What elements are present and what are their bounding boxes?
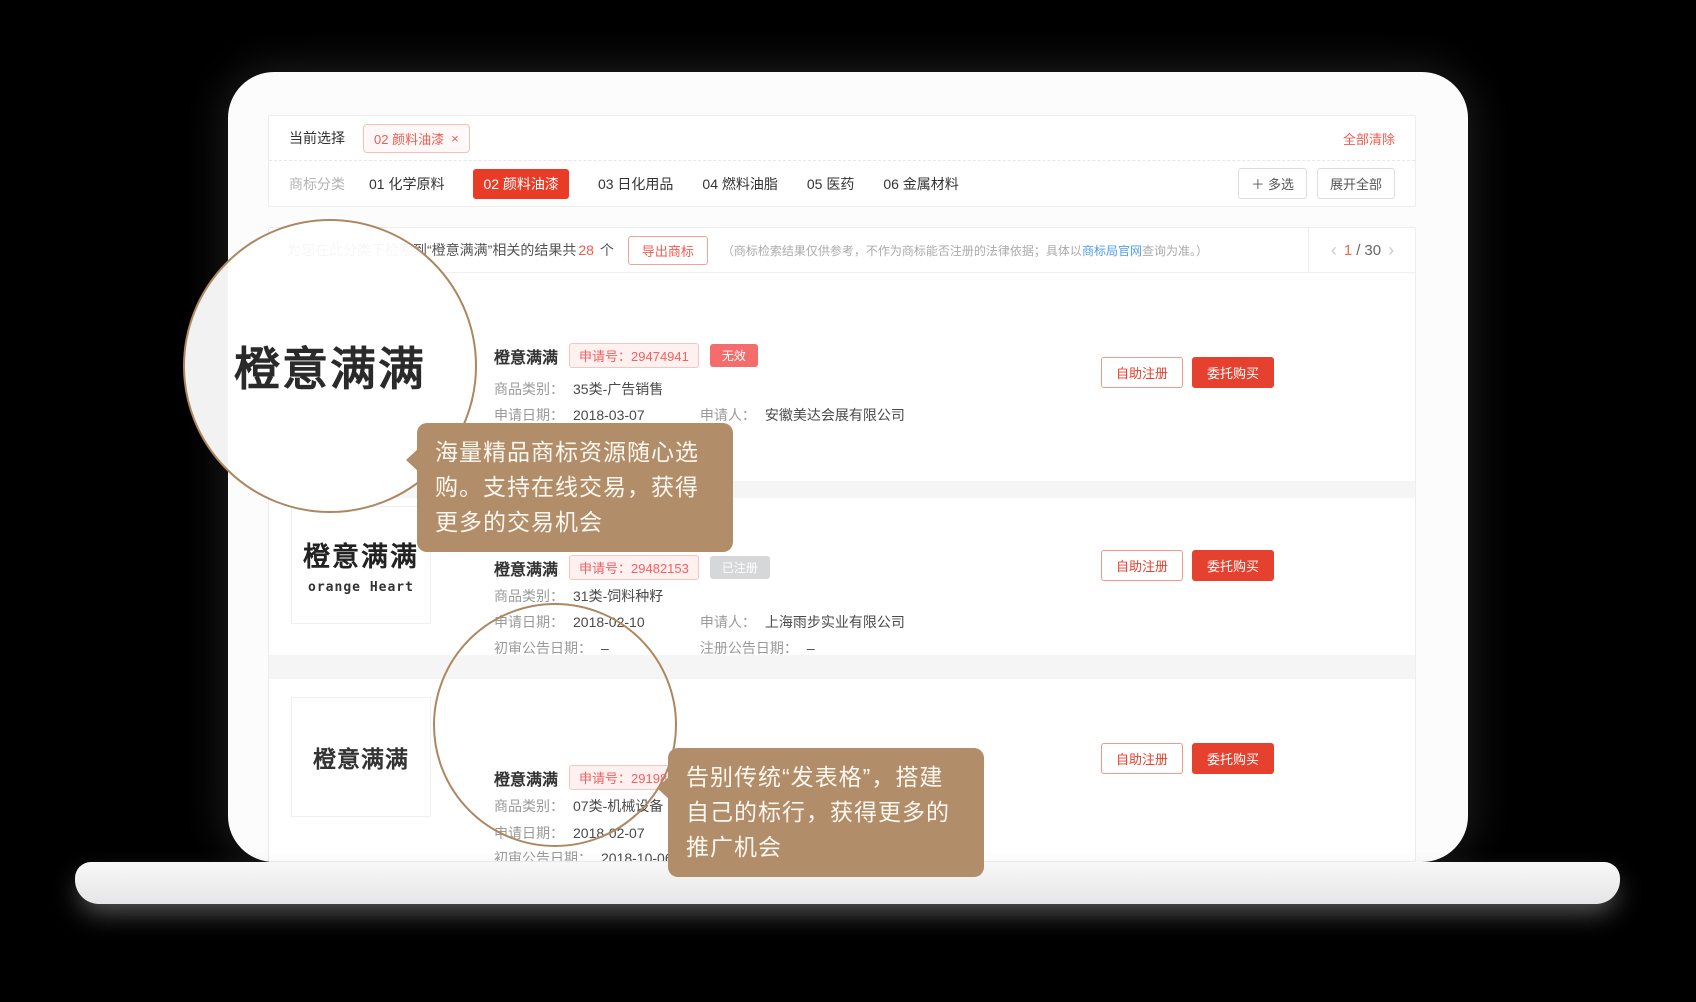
self-register-button[interactable]: 自助注册 [1101, 550, 1183, 581]
trademark-image-text: 橙意满满 [303, 535, 419, 574]
application-number-badge: 申请号：29474941 [569, 343, 699, 368]
multi-select-button[interactable]: ＋ 多选 [1238, 168, 1307, 199]
selected-filter-tag[interactable]: 02 颜料油漆 × [363, 124, 470, 153]
tooltip-line: 海量精品商标资源随心选 [435, 435, 715, 470]
trademark-image-subtext: orange Heart [308, 580, 414, 595]
trademark-name: 橙意满满 [494, 344, 558, 368]
results-count-unit: 个 [600, 240, 614, 260]
tooltip-line: 自己的标行，获得更多的 [686, 795, 966, 830]
reg-pub-date-label: 注册公告日期： [700, 640, 798, 656]
application-number-badge: 申请号：29482153 [569, 555, 699, 580]
tooltip-line: 推广机会 [686, 830, 966, 865]
status-badge: 无效 [710, 344, 758, 367]
applicant-label: 申请人： [700, 614, 756, 630]
tooltip-line: 购。支持在线交易，获得 [435, 470, 715, 505]
apply-date-value: 2018-03-07 [573, 407, 645, 423]
status-badge: 已注册 [710, 556, 770, 579]
trademark-image-2[interactable]: 橙意满满 orange Heart [291, 506, 431, 624]
category-field-value: 31类-饲料种籽 [573, 588, 663, 604]
tooltip-line: 更多的交易机会 [435, 505, 715, 540]
category-tab-04[interactable]: 04 燃料油脂 [702, 174, 777, 194]
results-count: 28 [578, 242, 594, 258]
trademark-name: 橙意满满 [494, 556, 558, 580]
magnified-trademark-text: 橙意满满 [234, 333, 426, 399]
applicant-value: 安徽美达会展有限公司 [765, 407, 905, 423]
prev-page-icon[interactable]: ‹ [1324, 240, 1344, 261]
category-tab-03[interactable]: 03 日化用品 [598, 174, 673, 194]
category-field-value: 35类-广告销售 [573, 381, 663, 397]
tooltip-promotion: 告别传统“发表格”，搭建 自己的标行，获得更多的 推广机会 [668, 748, 984, 877]
pagination: ‹ 1 / 30 › [1308, 228, 1416, 273]
self-register-button[interactable]: 自助注册 [1101, 357, 1183, 388]
magnifier-circle-small [433, 603, 677, 847]
disclaimer-prefix: （商标检索结果仅供参考，不作为商标能否注册的法律依据；具体以 [722, 244, 1082, 258]
current-selection-label: 当前选择 [289, 128, 345, 148]
trademark-image-3[interactable]: 橙意满满 [291, 697, 431, 817]
category-tab-02-selected[interactable]: 02 颜料油漆 [473, 169, 568, 199]
total-pages: 30 [1364, 242, 1381, 259]
self-register-button[interactable]: 自助注册 [1101, 743, 1183, 774]
first-pub-date-label: 初审公告日期： [494, 850, 592, 862]
apply-date-label: 申请日期： [494, 407, 564, 423]
export-trademark-button[interactable]: 导出商标 [628, 236, 708, 265]
tooltip-line: 告别传统“发表格”，搭建 [686, 760, 966, 795]
entrust-buy-button[interactable]: 委托购买 [1192, 550, 1274, 581]
row-divider [269, 655, 1415, 679]
first-pub-date-value: 2018-10-06 [601, 850, 673, 862]
page-separator: / [1356, 242, 1360, 259]
category-field-label: 商品类别： [494, 588, 564, 604]
category-tab-05[interactable]: 05 医药 [807, 174, 854, 194]
entrust-buy-button[interactable]: 委托购买 [1192, 357, 1274, 388]
clear-all-button[interactable]: 全部清除 [1343, 129, 1395, 148]
entrust-buy-button[interactable]: 委托购买 [1192, 743, 1274, 774]
expand-all-button[interactable]: 展开全部 [1317, 168, 1395, 199]
category-tab-06[interactable]: 06 金属材料 [883, 174, 958, 194]
close-icon[interactable]: × [451, 131, 459, 146]
filter-panel: 当前选择 02 颜料油漆 × 全部清除 商标分类 01 化学原料 02 颜料油漆… [268, 115, 1416, 207]
tooltip-trademark-resources: 海量精品商标资源随心选 购。支持在线交易，获得 更多的交易机会 [417, 423, 733, 552]
applicant-value: 上海雨步实业有限公司 [765, 614, 905, 630]
trademark-office-link[interactable]: 商标局官网 [1082, 244, 1142, 258]
selected-filter-tag-label: 02 颜料油漆 [374, 129, 444, 148]
next-page-icon[interactable]: › [1381, 240, 1401, 261]
category-row-label: 商标分类 [289, 174, 345, 194]
current-page: 1 [1344, 242, 1352, 259]
disclaimer-text: （商标检索结果仅供参考，不作为商标能否注册的法律依据；具体以商标局官网查询为准。… [722, 242, 1208, 259]
marketing-stage: 当前选择 02 颜料油漆 × 全部清除 商标分类 01 化学原料 02 颜料油漆… [0, 0, 1696, 1002]
disclaimer-suffix: 查询为准。） [1142, 244, 1208, 258]
category-field-label: 商品类别： [494, 381, 564, 397]
reg-pub-date-value: – [807, 640, 815, 656]
category-tab-01[interactable]: 01 化学原料 [369, 174, 444, 194]
applicant-label: 申请人： [700, 407, 756, 423]
trademark-image-text: 橙意满满 [313, 740, 409, 774]
